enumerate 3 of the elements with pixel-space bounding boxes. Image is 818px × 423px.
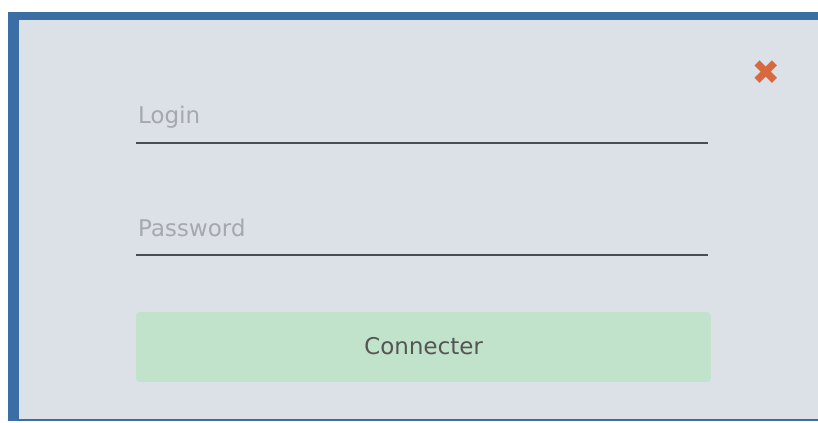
connect-button[interactable]: Connecter <box>136 312 711 382</box>
password-field[interactable]: Password <box>136 208 708 256</box>
login-field[interactable]: Login <box>136 95 708 144</box>
